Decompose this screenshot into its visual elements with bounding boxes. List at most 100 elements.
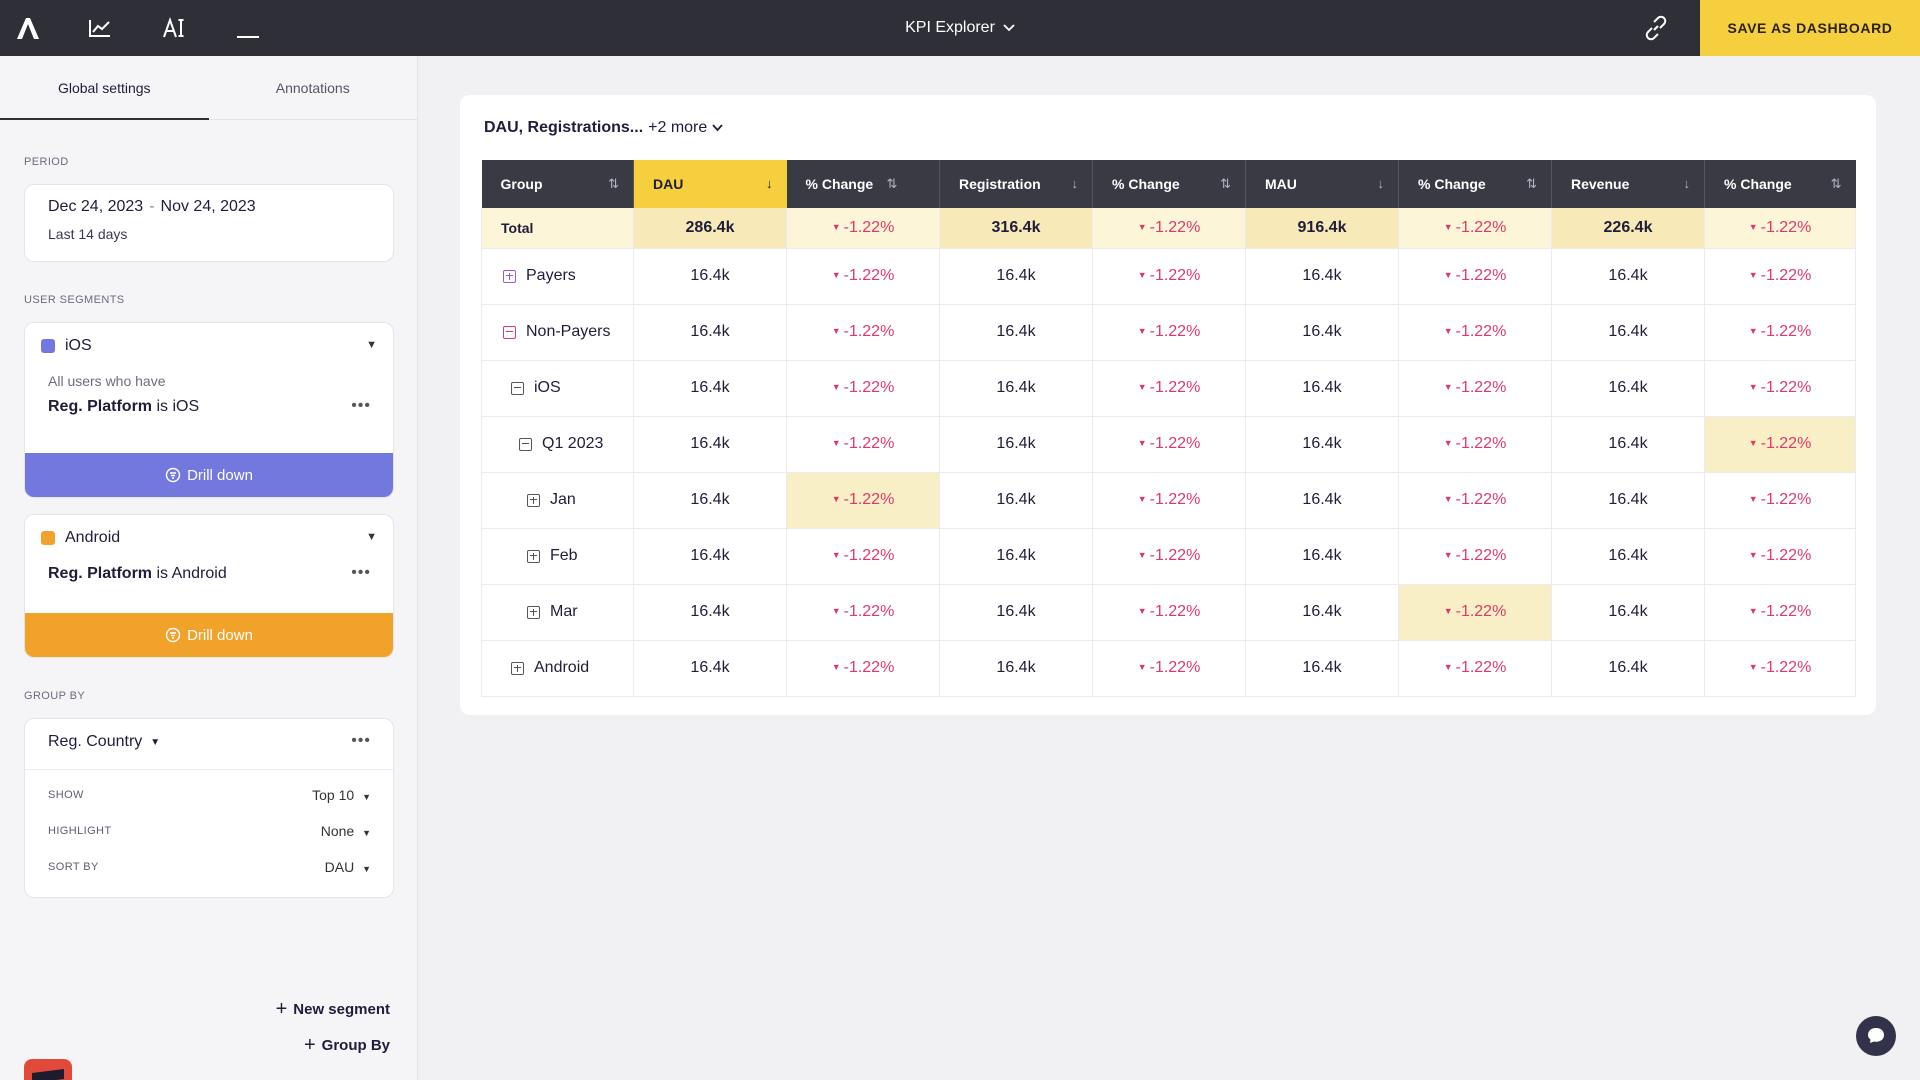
- column-header-revenue-change[interactable]: % Change ⇅: [1704, 160, 1856, 208]
- expand-icon[interactable]: [503, 269, 516, 283]
- change-cell: ▼ -1.22%: [1092, 640, 1246, 697]
- expand-icon[interactable]: [527, 549, 540, 563]
- group-cell[interactable]: Jan: [481, 472, 634, 529]
- collapse-icon[interactable]: [503, 325, 516, 339]
- period-picker[interactable]: Dec 24, 2023- Nov 24, 2023 Last 14 days: [24, 184, 394, 262]
- kpi-table: Group ⇅ DAU ↓ % Change ⇅ Registration ↓ % Ch…: [481, 160, 1856, 697]
- group-cell[interactable]: Non-Payers: [481, 304, 634, 361]
- app-logo-icon[interactable]: [0, 0, 56, 56]
- new-segment-button[interactable]: + New segment: [276, 998, 390, 1021]
- tab-annotations[interactable]: Annotations: [209, 56, 418, 119]
- drill-down-label: Drill down: [187, 626, 253, 644]
- value-cell: 16.4k: [939, 584, 1093, 641]
- chat-button[interactable]: [1856, 1016, 1896, 1056]
- expand-icon[interactable]: [527, 493, 540, 507]
- sort-by-row[interactable]: SORT BY DAU ▼: [48, 859, 371, 875]
- change-cell: ▼ -1.22%: [786, 640, 940, 697]
- sort-desc-icon: ↓: [1071, 176, 1079, 191]
- drill-down-button[interactable]: Drill down: [25, 613, 393, 657]
- change-value: -1.22%: [1455, 491, 1507, 508]
- add-group-by-label: Group By: [321, 1037, 390, 1054]
- down-triangle-icon: ▼: [831, 438, 841, 448]
- collapse-icon[interactable]: [511, 381, 524, 395]
- change-cell: ▼ -1.22%: [1704, 528, 1856, 585]
- column-header-mau[interactable]: MAU ↓: [1245, 160, 1399, 208]
- change-cell: ▼ -1.22%: [1398, 528, 1552, 585]
- highlight-row[interactable]: HIGHLIGHT None ▼: [48, 823, 371, 839]
- rule-field: Reg. Platform: [48, 565, 153, 582]
- sidebar-tabs: Global settings Annotations: [0, 56, 417, 120]
- value-cell: 16.4k: [939, 472, 1093, 529]
- more-options-icon[interactable]: •••: [351, 397, 371, 415]
- value-cell: 16.4k: [939, 360, 1093, 417]
- show-row[interactable]: SHOW Top 10 ▼: [48, 787, 371, 803]
- avatar[interactable]: [24, 1059, 72, 1080]
- down-triangle-icon: ▼: [1748, 438, 1758, 448]
- line-chart-icon[interactable]: [80, 0, 120, 56]
- minimize-icon[interactable]: [228, 0, 268, 56]
- group-cell[interactable]: Feb: [481, 528, 634, 585]
- expand-icon[interactable]: [511, 661, 524, 675]
- down-triangle-icon: ▼: [831, 326, 841, 336]
- table-row: Jan 16.4k ▼ -1.22% 16.4k ▼ -1.22% 16.4k ▼ -1.22% 1…: [481, 472, 1856, 529]
- change-cell: ▼ -1.22%: [1704, 248, 1856, 305]
- period-dates: Dec 24, 2023- Nov 24, 2023: [48, 198, 256, 216]
- rule-field: Reg. Platform: [48, 398, 153, 415]
- down-triangle-icon: ▼: [1443, 270, 1453, 280]
- group-label: Q1 2023: [542, 435, 604, 452]
- value-cell: 226.4k: [1551, 208, 1705, 249]
- text-ai-icon[interactable]: [154, 0, 194, 56]
- value-cell: 16.4k: [1245, 416, 1399, 473]
- tab-global-settings[interactable]: Global settings: [0, 56, 209, 120]
- group-by-field-select[interactable]: Reg. Country ▼: [48, 733, 160, 751]
- chat-icon: [1868, 1028, 1884, 1043]
- add-group-by-button[interactable]: + Group By: [304, 1034, 390, 1057]
- group-cell[interactable]: iOS: [481, 360, 634, 417]
- table-row: iOS 16.4k ▼ -1.22% 16.4k ▼ -1.22% 16.4k ▼ -1.22% 1…: [481, 360, 1856, 417]
- sidebar: Global settings Annotations PERIOD Dec 2…: [0, 56, 418, 1080]
- caret-down-icon[interactable]: ▼: [366, 531, 377, 543]
- group-cell[interactable]: Q1 2023: [481, 416, 634, 473]
- drill-down-button[interactable]: Drill down: [25, 453, 393, 497]
- link-icon[interactable]: [1636, 0, 1676, 56]
- change-value: -1.22%: [843, 218, 895, 236]
- column-header-dau-change[interactable]: % Change ⇅: [786, 160, 940, 208]
- caret-down-icon[interactable]: ▼: [366, 339, 377, 351]
- down-triangle-icon: ▼: [1443, 382, 1453, 392]
- value-cell: 16.4k: [1551, 360, 1705, 417]
- change-value: -1.22%: [1760, 323, 1812, 340]
- change-value: -1.22%: [1760, 435, 1812, 452]
- group-cell[interactable]: Android: [481, 640, 634, 697]
- column-header-registration[interactable]: Registration ↓: [939, 160, 1093, 208]
- segment-header[interactable]: iOS: [41, 337, 92, 355]
- column-header-revenue[interactable]: Revenue ↓: [1551, 160, 1705, 208]
- collapse-icon[interactable]: [519, 437, 532, 451]
- change-value: -1.22%: [1455, 659, 1507, 676]
- group-cell[interactable]: Payers: [481, 248, 634, 305]
- change-value: -1.22%: [1760, 659, 1812, 676]
- change-value: -1.22%: [843, 323, 895, 340]
- sort-by-value: DAU ▼: [324, 859, 371, 875]
- change-cell: ▼ -1.22%: [1092, 304, 1246, 361]
- change-cell: ▼ -1.22%: [1704, 304, 1856, 361]
- save-as-dashboard-button[interactable]: SAVE AS DASHBOARD: [1700, 0, 1920, 56]
- metrics-more: +2 more: [648, 119, 708, 136]
- metrics-selector[interactable]: DAU, Registrations... +2 more: [484, 119, 723, 137]
- column-header-dau[interactable]: DAU ↓: [633, 160, 787, 208]
- down-triangle-icon: ▼: [831, 382, 841, 392]
- group-cell[interactable]: Mar: [481, 584, 634, 641]
- segment-header[interactable]: Android: [41, 529, 120, 547]
- kpi-explorer-dropdown[interactable]: KPI Explorer: [800, 0, 1120, 56]
- expand-icon[interactable]: [527, 605, 540, 619]
- down-triangle-icon: ▼: [1748, 221, 1758, 232]
- column-header-mau-change[interactable]: % Change ⇅: [1398, 160, 1552, 208]
- change-cell: ▼ -1.22%: [1704, 416, 1856, 473]
- sort-icon: ⇅: [1526, 176, 1537, 191]
- more-options-icon[interactable]: •••: [351, 732, 371, 750]
- value-cell: 16.4k: [1551, 584, 1705, 641]
- column-header-group[interactable]: Group ⇅: [481, 160, 634, 208]
- down-triangle-icon: ▼: [1748, 326, 1758, 336]
- more-options-icon[interactable]: •••: [351, 564, 371, 582]
- value-cell: 16.4k: [633, 248, 787, 305]
- column-header-registration-change[interactable]: % Change ⇅: [1092, 160, 1246, 208]
